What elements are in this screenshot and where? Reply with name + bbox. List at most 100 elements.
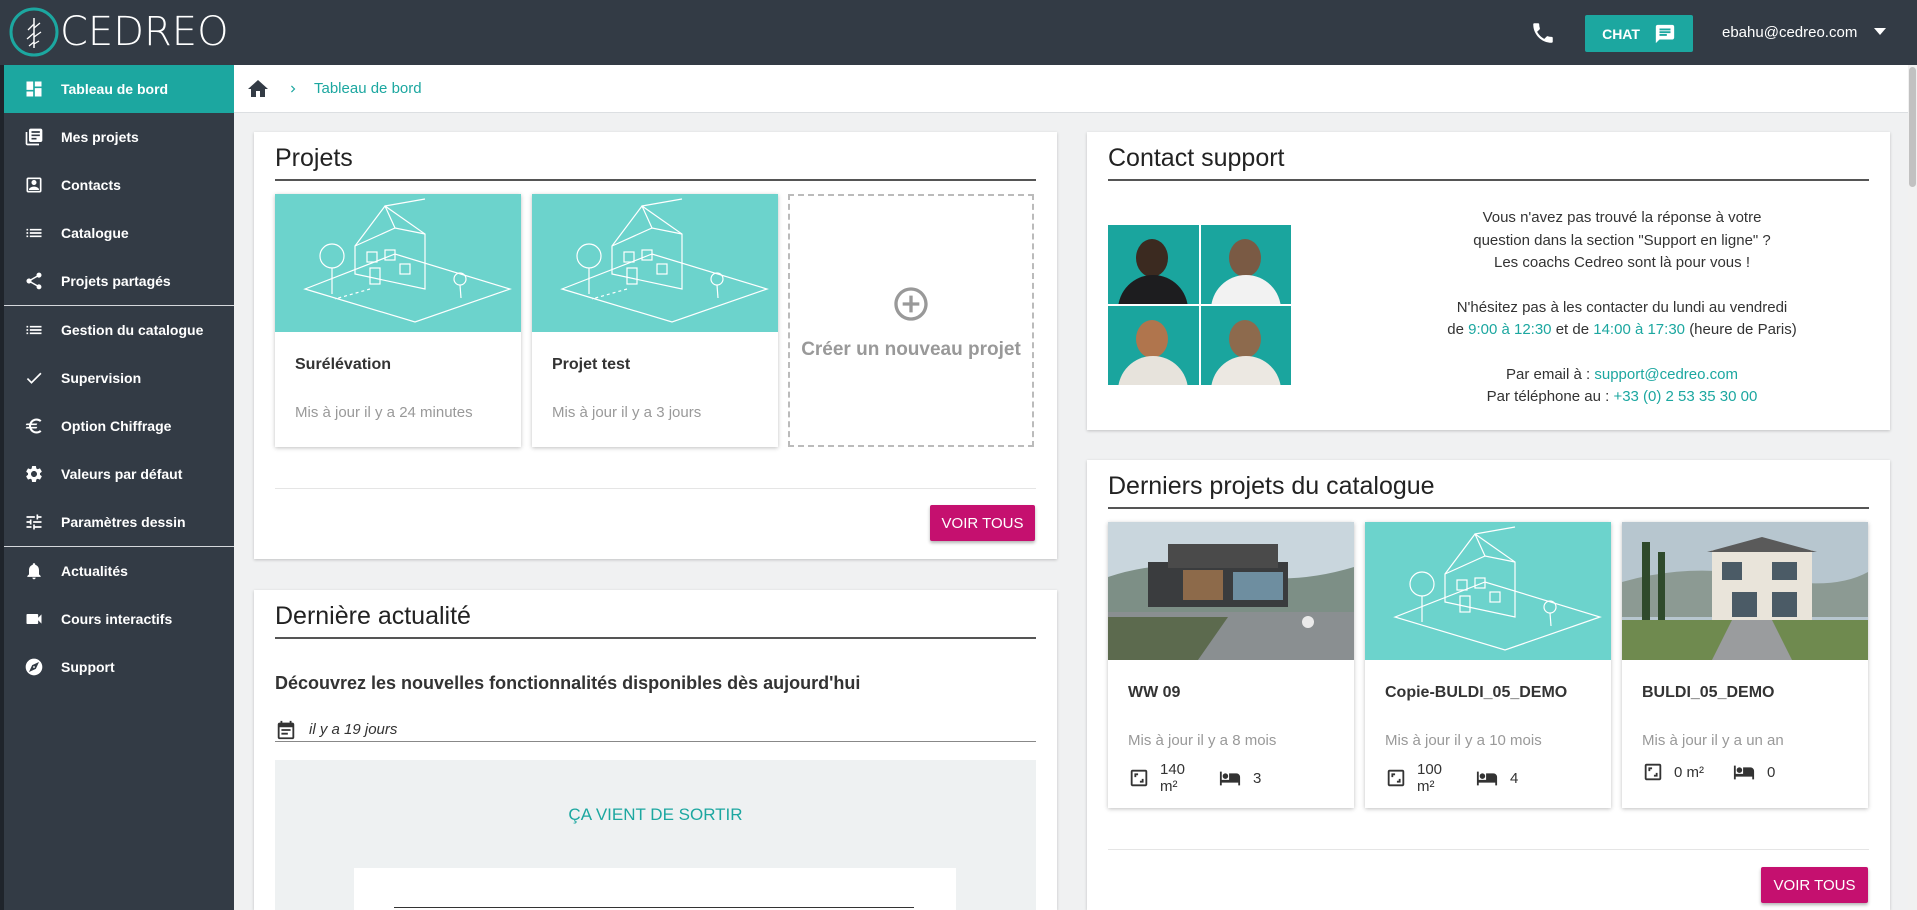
sidebar-item-label: Option Chiffrage (61, 418, 172, 434)
sidebar-item-label: Gestion du catalogue (61, 322, 204, 338)
list-icon (22, 221, 46, 245)
catalog-project-area: 140 m² (1160, 761, 1186, 795)
support-hours-morning: 9:00 à 12:30 (1468, 321, 1552, 338)
news-date-row: il y a 19 jours (275, 718, 1036, 742)
sidebar-item-label: Catalogue (61, 225, 129, 241)
sidebar-item-projets-partages[interactable]: Projets partagés (4, 257, 234, 305)
house-sketch-icon (532, 194, 778, 332)
sidebar-item-parametres-dessin[interactable]: Paramètres dessin (4, 498, 234, 546)
sliders-icon (22, 510, 46, 534)
area-icon (1387, 769, 1405, 787)
new-project-label: Créer un nouveau projet (801, 339, 1021, 360)
catalog-project-name: WW 09 (1128, 684, 1181, 701)
voir-tous-catalogue-button[interactable]: VOIR TOUS (1761, 867, 1868, 903)
logo[interactable]: CEDREO (8, 6, 229, 58)
chat-label: CHAT (1602, 25, 1640, 42)
support-email-label: Par email à : (1505, 365, 1591, 383)
check-icon (22, 366, 46, 390)
support-line: question dans la section "Support en lig… (1473, 231, 1771, 249)
card-title: Dernière actualité (275, 590, 1036, 639)
catalog-project-stats: 100 m² 4 (1365, 749, 1611, 795)
card-title: Projets (275, 132, 1036, 181)
area-icon (1644, 763, 1662, 781)
chat-bubble-icon (1655, 24, 1675, 43)
home-icon[interactable] (246, 77, 270, 101)
sidebar-item-catalogue[interactable]: Catalogue (4, 209, 234, 257)
sidebar-item-label: Valeurs par défaut (61, 466, 183, 482)
sidebar-item-gestion-du-catalogue[interactable]: Gestion du catalogue (4, 306, 234, 354)
breadcrumb-current[interactable]: Tableau de bord (314, 80, 422, 97)
support-team-photos (1108, 225, 1291, 385)
sidebar-item-actualites[interactable]: Actualités (4, 547, 234, 595)
sidebar-item-valeurs-par-defaut[interactable]: Valeurs par défaut (4, 450, 234, 498)
sidebar: Tableau de bord Mes projets Contacts Cat… (0, 65, 234, 910)
voir-tous-projets-button[interactable]: VOIR TOUS (930, 505, 1035, 541)
user-email[interactable]: ebahu@cedreo.com (1722, 24, 1857, 41)
logo-text: CEDREO (60, 9, 229, 55)
bed-icon (1219, 771, 1241, 786)
support-hours-text: et de (1555, 321, 1590, 338)
catalog-project-rooms: 4 (1510, 769, 1519, 787)
house-render-image (1622, 522, 1868, 660)
support-phone-label: Par téléphone au : (1486, 388, 1610, 405)
banner-image-area (354, 868, 956, 910)
catalog-project-tile[interactable]: WW 09 Mis à jour il y a 8 mois 140 m² 3 (1108, 522, 1354, 808)
sidebar-item-contacts[interactable]: Contacts (4, 161, 234, 209)
sidebar-item-label: Paramètres dessin (61, 514, 186, 530)
catalog-project-name: BULDI_05_DEMO (1642, 684, 1775, 701)
news-headline[interactable]: Découvrez les nouvelles fonctionnalités … (275, 673, 860, 694)
bed-icon (1476, 771, 1498, 786)
project-updated: Mis à jour il y a 3 jours (552, 404, 702, 421)
support-line: Les coachs Cedreo sont là pour vous ! (1494, 254, 1750, 271)
sidebar-item-support[interactable]: Support (4, 643, 234, 691)
sidebar-item-label: Cours interactifs (61, 611, 173, 627)
euro-icon (22, 414, 46, 438)
catalog-project-tile[interactable]: Copie-BULDI_05_DEMO Mis à jour il y a 10… (1365, 522, 1611, 808)
project-name: Projet test (552, 356, 631, 373)
sidebar-item-cours-interactifs[interactable]: Cours interactifs (4, 595, 234, 643)
coach-photo (1108, 225, 1199, 304)
dashboard-icon (22, 77, 46, 101)
sidebar-item-label: Projets partagés (61, 273, 171, 289)
sidebar-item-label: Support (61, 659, 115, 675)
sidebar-item-mes-projets[interactable]: Mes projets (4, 113, 234, 161)
bell-icon (22, 559, 46, 583)
support-line: N'hésitez pas à les contacter du lundi a… (1456, 298, 1788, 316)
catalog-project-rooms: 0 (1767, 763, 1776, 781)
sidebar-item-option-chiffrage[interactable]: Option Chiffrage (4, 402, 234, 450)
support-phone-link[interactable]: +33 (0) 2 53 35 30 00 (1613, 388, 1757, 405)
catalog-project-tile[interactable]: BULDI_05_DEMO Mis à jour il y a un an 0 … (1622, 522, 1868, 808)
sidebar-item-label: Contacts (61, 177, 121, 193)
banner-tag: ÇA VIENT DE SORTIR (568, 805, 743, 824)
catalog-project-area: 100 m² (1417, 761, 1443, 795)
contacts-icon (22, 173, 46, 197)
coach-photo (1200, 306, 1291, 385)
sidebar-item-label: Supervision (61, 370, 142, 386)
card-title: Contact support (1108, 132, 1869, 181)
sidebar-item-tableau-de-bord[interactable]: Tableau de bord (4, 65, 234, 113)
caret-down-icon[interactable] (1874, 28, 1886, 36)
phone-icon[interactable] (1530, 20, 1556, 46)
house-sketch-icon (1365, 522, 1611, 660)
catalog-project-area: 0 m² (1674, 763, 1704, 781)
chat-button[interactable]: CHAT (1585, 15, 1693, 52)
support-phone-row: Par téléphone au : +33 (0) 2 53 35 30 00 (1402, 386, 1842, 409)
add-circle-icon (894, 287, 928, 321)
project-tile[interactable]: Surélévation Mis à jour il y a 24 minute… (275, 194, 521, 447)
sidebar-item-supervision[interactable]: Supervision (4, 354, 234, 402)
divider (1108, 849, 1869, 850)
catalog-project-name: Copie-BULDI_05_DEMO (1385, 684, 1568, 701)
share-icon (22, 269, 46, 293)
news-banner[interactable]: ÇA VIENT DE SORTIR (275, 760, 1036, 910)
gear-icon (22, 462, 46, 486)
breadcrumb: Tableau de bord (234, 65, 1917, 113)
scrollbar-thumb[interactable] (1909, 67, 1916, 187)
tree-logo-icon (9, 7, 59, 57)
card-title: Derniers projets du catalogue (1108, 460, 1869, 509)
support-text: Vous n'avez pas trouvé la réponse à votr… (1402, 207, 1842, 409)
project-tile[interactable]: Projet test Mis à jour il y a 3 jours (532, 194, 778, 447)
page-scrollbar[interactable] (1908, 65, 1917, 910)
support-email-link[interactable]: support@cedreo.com (1594, 366, 1738, 383)
new-project-tile[interactable]: Créer un nouveau projet (788, 194, 1034, 447)
video-icon (22, 607, 46, 631)
